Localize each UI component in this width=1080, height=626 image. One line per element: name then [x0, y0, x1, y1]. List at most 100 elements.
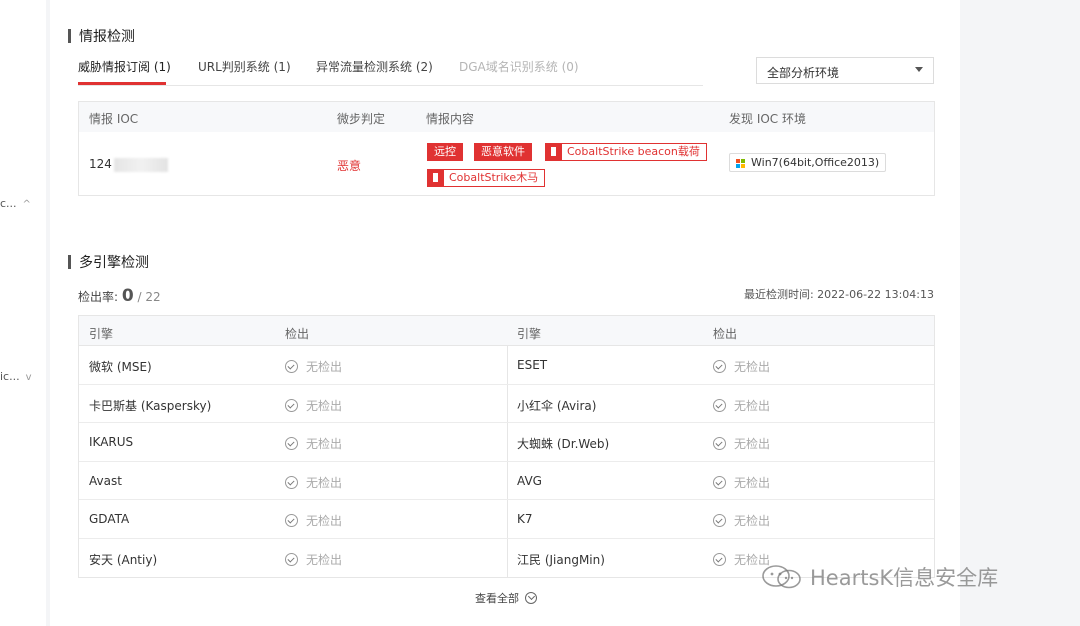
intel-title-text: 情报检测: [79, 29, 135, 45]
watermark: HeartsK信息安全库: [760, 562, 998, 592]
col-result-left: 检出: [285, 327, 310, 341]
engine-name: 微软 (MSE): [89, 360, 152, 374]
engine-result: 无检出: [285, 551, 342, 568]
col-intel-content: 情报内容: [426, 112, 475, 126]
check-circle-icon: [285, 360, 298, 373]
col-engine-right: 引擎: [517, 327, 542, 341]
active-tab-indicator: [78, 82, 166, 85]
result-text: 无检出: [734, 475, 771, 490]
col-ioc: 情报 IOC: [89, 112, 139, 126]
wechat-icon: [762, 565, 801, 589]
engine-result: 无检出: [285, 358, 342, 375]
tag-remote-control[interactable]: 远控: [427, 143, 463, 161]
col-engine-left: 引擎: [89, 327, 114, 341]
column-divider: [507, 500, 508, 538]
chevron-down-icon: v: [25, 372, 32, 383]
ioc-table: 情报 IOC 微步判定 情报内容 发现 IOC 环境 124 恶意 远控 恶意软…: [78, 101, 935, 196]
check-circle-icon: [285, 398, 298, 412]
bookmark-icon: [546, 144, 562, 160]
table-row: Avast 无检出 AVG 无检出: [79, 461, 934, 500]
col-result-right: 检出: [713, 327, 738, 341]
watermark-text: HeartsK信息安全库: [810, 566, 999, 590]
ioc-table-header: 情报 IOC 微步判定 情报内容 发现 IOC 环境: [79, 102, 934, 132]
rate-den: / 22: [137, 290, 161, 304]
engine-section-title: 多引擎检测: [68, 252, 149, 272]
engine-result: 无检出: [285, 435, 342, 452]
check-circle-icon: [285, 475, 298, 489]
engine-name: 安天 (Antiy): [89, 552, 158, 567]
ioc-row: 124 恶意 远控 恶意软件 CobaltStrike beacon载荷 Cob…: [79, 132, 934, 196]
env-select[interactable]: 全部分析环境: [756, 57, 934, 84]
engine-name: AVG: [517, 473, 542, 488]
engine-table-header: 引擎 检出 引擎 检出: [79, 316, 934, 346]
engine-result: 无检出: [713, 435, 770, 452]
env-chip-label: Win7(64bit,Office2013): [751, 156, 880, 169]
result-text: 无检出: [734, 360, 771, 374]
result-text: 无检出: [306, 398, 343, 413]
ioc-text: 124: [89, 157, 112, 171]
table-row: 卡巴斯基 (Kaspersky) 无检出 小红伞 (Avira) 无检出: [79, 384, 934, 423]
check-circle-icon: [713, 360, 726, 373]
tag-cobaltstrike-beacon[interactable]: CobaltStrike beacon载荷: [545, 143, 707, 161]
tab-traffic-system[interactable]: 异常流量检测系统 (2): [316, 58, 433, 75]
engine-name: GDATA: [89, 512, 130, 526]
engine-table: 引擎 检出 引擎 检出 微软 (MSE) 无检出 ESET 无检出 卡巴斯基 (…: [78, 315, 935, 578]
title-bar: [68, 255, 71, 269]
table-row: GDATA 无检出 K7 无检出: [79, 500, 934, 539]
result-text: 无检出: [306, 552, 343, 567]
caret-down-icon: [915, 67, 923, 72]
sidebar-item-2-label: ic...: [0, 370, 20, 383]
tab-dga-system[interactable]: DGA域名识别系统 (0): [459, 58, 579, 75]
engine-name: 江民 (JiangMin): [517, 552, 605, 567]
main-card: 情报检测 威胁情报订阅 (1) URL判别系统 (1) 异常流量检测系统 (2)…: [50, 0, 960, 626]
tag-cobaltstrike-beacon-label: CobaltStrike beacon载荷: [567, 145, 700, 158]
view-all-button[interactable]: 查看全部: [475, 590, 537, 606]
env-chip[interactable]: Win7(64bit,Office2013): [729, 153, 887, 172]
verdict-value: 恶意: [337, 159, 362, 173]
view-all-label: 查看全部: [475, 592, 519, 605]
column-divider: [507, 346, 508, 384]
rate-label-text: 检出率:: [78, 290, 119, 304]
tab-threat-intel[interactable]: 威胁情报订阅 (1): [78, 58, 171, 75]
result-text: 无检出: [306, 437, 343, 451]
col-ioc-env: 发现 IOC 环境: [729, 112, 806, 126]
check-circle-icon: [285, 552, 298, 566]
chevron-down-circle-icon: [525, 592, 537, 604]
column-divider: [507, 384, 508, 422]
engine-name: Avast: [89, 473, 122, 488]
column-divider: [507, 423, 508, 461]
last-detect-time: 最近检测时间: 2022-06-22 13:04:13: [743, 288, 934, 301]
detection-rate: 检出率: 0 / 22: [78, 286, 161, 306]
engine-name: ESET: [517, 358, 548, 372]
result-text: 无检出: [306, 360, 343, 374]
result-text: 无检出: [734, 437, 771, 451]
tag-cobaltstrike-trojan-label: CobaltStrike木马: [449, 171, 539, 184]
column-divider: [507, 461, 508, 499]
intel-section-title: 情报检测: [68, 26, 135, 46]
ioc-value[interactable]: 124: [89, 157, 168, 172]
engine-title-text: 多引擎检测: [79, 255, 149, 271]
check-circle-icon: [713, 475, 726, 489]
tag-cobaltstrike-trojan[interactable]: CobaltStrike木马: [427, 169, 546, 187]
tag-malware[interactable]: 恶意软件: [474, 143, 532, 161]
left-sidebar: c... ^ ic... v: [0, 0, 46, 626]
tab-url-system[interactable]: URL判别系统 (1): [198, 58, 291, 75]
engine-name: 小红伞 (Avira): [517, 398, 597, 413]
engine-result: 无检出: [713, 358, 770, 375]
engine-name: K7: [517, 512, 533, 526]
sidebar-item-1[interactable]: c... ^: [0, 197, 31, 210]
env-select-value: 全部分析环境: [767, 66, 840, 80]
engine-result: 无检出: [285, 512, 342, 529]
sidebar-item-2[interactable]: ic... v: [0, 370, 32, 383]
result-text: 无检出: [306, 475, 343, 490]
engine-name: 卡巴斯基 (Kaspersky): [89, 398, 212, 413]
check-circle-icon: [713, 514, 726, 527]
check-circle-icon: [285, 514, 298, 527]
sidebar-item-1-label: c...: [0, 197, 17, 210]
engine-result: 无检出: [285, 474, 342, 491]
engine-name: IKARUS: [89, 435, 134, 449]
intel-tabs: 威胁情报订阅 (1) URL判别系统 (1) 异常流量检测系统 (2) DGA域…: [78, 58, 703, 86]
result-text: 无检出: [734, 398, 771, 413]
result-text: 无检出: [734, 514, 771, 528]
engine-name: 大蜘蛛 (Dr.Web): [517, 437, 610, 451]
